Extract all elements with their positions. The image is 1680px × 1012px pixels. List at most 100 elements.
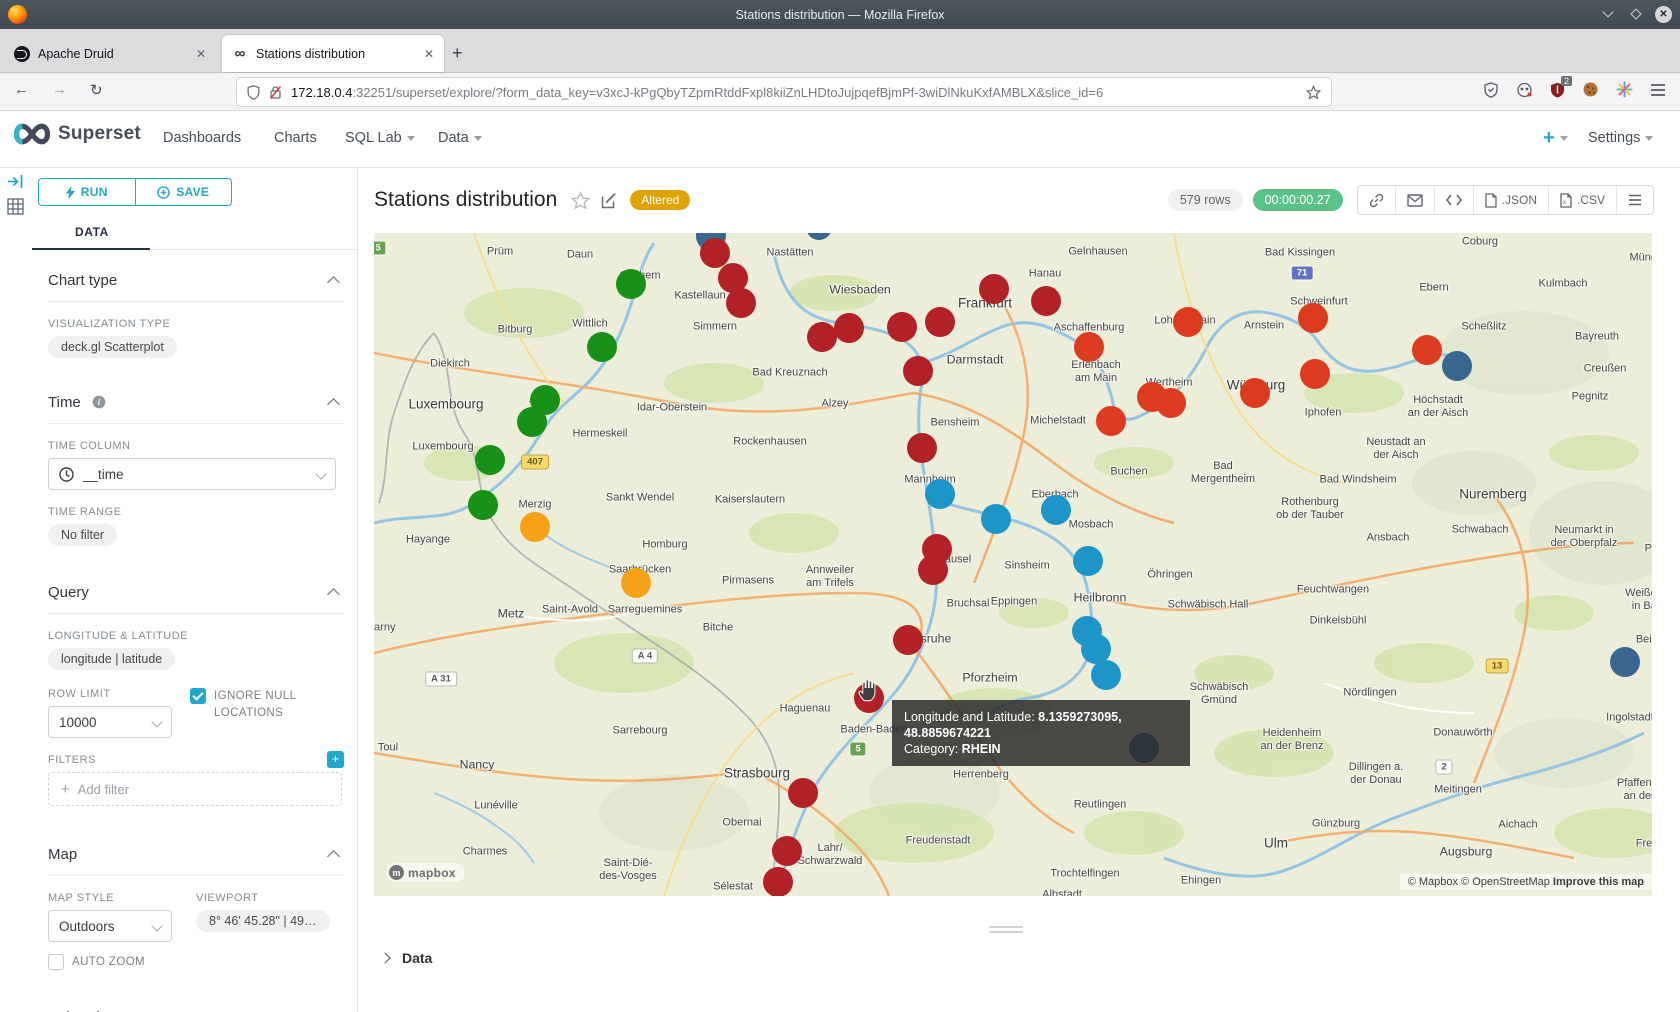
deckgl-scatter-map[interactable]: PrümDaunNastättenGelnhausenHanauCoburgBa… (374, 233, 1652, 896)
map-style-select[interactable]: Outdoors (48, 910, 172, 942)
station-dot[interactable] (1442, 351, 1472, 381)
privacy-mask-icon[interactable] (1516, 82, 1533, 98)
collapse-panel-icon[interactable] (7, 174, 24, 189)
station-dot[interactable] (1156, 388, 1186, 418)
back-button[interactable]: ← (14, 81, 29, 98)
shield-icon[interactable] (247, 85, 260, 100)
station-dot[interactable] (1074, 332, 1104, 362)
station-dot[interactable] (726, 288, 756, 318)
tab-apache-druid[interactable]: Apache Druid ✕ (4, 35, 216, 72)
url-bar[interactable]: 172.18.0.4:32251/superset/explore/?form_… (236, 77, 1332, 107)
forward-button[interactable]: → (52, 81, 67, 98)
pocket-shield-icon[interactable] (1483, 82, 1499, 98)
auto-zoom-checkbox[interactable] (48, 954, 64, 970)
station-dot[interactable] (1173, 307, 1203, 337)
nav-data[interactable]: Data (438, 130, 482, 146)
copy-link-button[interactable] (1358, 186, 1395, 214)
favorite-star-icon[interactable] (571, 191, 590, 210)
embed-code-button[interactable] (1434, 186, 1473, 214)
station-dot[interactable] (520, 512, 550, 542)
new-tab-button[interactable]: + (452, 43, 463, 64)
station-dot[interactable] (1240, 378, 1270, 408)
window-maximize-button[interactable] (1627, 5, 1645, 23)
lonlat-value[interactable]: longitude | latitude (48, 648, 175, 670)
nav-charts[interactable]: Charts (274, 130, 317, 146)
station-dot[interactable] (517, 407, 547, 437)
station-dot[interactable] (907, 433, 937, 463)
ublock-icon[interactable]: 2 (1550, 82, 1565, 98)
altered-badge[interactable]: Altered (630, 190, 690, 210)
time-range-value[interactable]: No filter (48, 524, 117, 546)
station-dot[interactable] (1041, 495, 1071, 525)
section-chart-type[interactable]: Chart type (48, 250, 344, 302)
panel-scroll[interactable]: Chart type VISUALIZATION TYPE deck.gl Sc… (32, 250, 358, 1012)
section-map[interactable]: Map (48, 824, 344, 876)
station-dot[interactable] (918, 555, 948, 585)
station-dot[interactable] (979, 274, 1009, 304)
bookmark-star-icon[interactable] (1306, 85, 1321, 100)
new-chart-plus-button[interactable]: + (1543, 127, 1568, 150)
container-asterisk-icon[interactable] (1616, 81, 1633, 98)
section-point-size[interactable]: Point Size (48, 987, 344, 1012)
station-dot[interactable] (1091, 660, 1121, 690)
station-dot[interactable] (1073, 546, 1103, 576)
tab-close-icon[interactable]: ✕ (424, 47, 434, 61)
window-close-button[interactable]: ✕ (1655, 6, 1672, 23)
insecure-lock-icon[interactable] (269, 85, 282, 100)
improve-map-link[interactable]: Improve this map (1553, 876, 1644, 888)
station-dot[interactable] (887, 312, 917, 342)
viewport-value[interactable]: 8° 46' 45.28" | 49… (196, 910, 330, 932)
section-query[interactable]: Query (48, 562, 344, 614)
window-minimize-button[interactable] (1599, 5, 1617, 23)
email-button[interactable] (1395, 186, 1434, 214)
url-text[interactable]: 172.18.0.4:32251/superset/explore/?form_… (291, 85, 1306, 100)
station-dot[interactable] (587, 332, 617, 362)
section-time[interactable]: Time i (48, 372, 344, 424)
station-dot[interactable] (807, 322, 837, 352)
add-filter-box[interactable]: + Add filter (48, 772, 342, 806)
tab-data[interactable]: DATA (75, 225, 109, 239)
time-column-select[interactable]: __time (48, 458, 336, 490)
station-dot[interactable] (893, 625, 923, 655)
station-dot[interactable] (903, 356, 933, 386)
add-filter-plus-button[interactable]: + (327, 751, 344, 768)
ignore-null-checkbox[interactable] (190, 688, 206, 704)
row-limit-select[interactable]: 10000 (48, 706, 172, 738)
station-dot[interactable] (925, 307, 955, 337)
station-dot[interactable] (772, 836, 802, 866)
nav-dashboards[interactable]: Dashboards (163, 130, 241, 146)
mapbox-logo[interactable]: m mapbox (386, 863, 465, 882)
station-dot[interactable] (788, 778, 818, 808)
run-button[interactable]: RUN (39, 179, 135, 205)
tab-close-icon[interactable]: ✕ (196, 47, 206, 61)
save-button[interactable]: SAVE (135, 179, 232, 205)
station-dot[interactable] (1412, 335, 1442, 365)
dataset-grid-icon[interactable] (7, 198, 24, 215)
station-dot[interactable] (763, 867, 793, 896)
export-json-button[interactable]: .JSON (1473, 186, 1548, 214)
station-dot[interactable] (1096, 406, 1126, 436)
station-dot[interactable] (621, 568, 651, 598)
cookie-icon[interactable] (1582, 81, 1599, 98)
reload-button[interactable]: ↻ (90, 81, 103, 99)
station-dot[interactable] (981, 504, 1011, 534)
station-dot[interactable] (1610, 647, 1640, 677)
tab-stations-distribution[interactable]: ∞ Stations distribution ✕ (222, 35, 444, 72)
resize-drag-handle[interactable] (989, 926, 1023, 936)
nav-settings[interactable]: Settings (1588, 130, 1653, 146)
station-dot[interactable] (616, 269, 646, 299)
station-dot[interactable] (1298, 303, 1328, 333)
station-dot[interactable] (834, 313, 864, 343)
data-panel-toggle[interactable]: Data (381, 950, 432, 966)
station-dot[interactable] (925, 479, 955, 509)
menu-hamburger-icon[interactable] (1650, 83, 1666, 97)
station-dot[interactable] (475, 445, 505, 475)
viz-type-value[interactable]: deck.gl Scatterplot (48, 336, 177, 358)
export-csv-button[interactable]: x.CSV (1548, 186, 1616, 214)
station-dot[interactable] (1300, 359, 1330, 389)
nav-sql-lab[interactable]: SQL Lab (345, 130, 415, 146)
chart-menu-button[interactable] (1616, 186, 1653, 214)
station-dot[interactable] (468, 490, 498, 520)
edit-properties-icon[interactable] (601, 192, 618, 209)
station-dot[interactable] (1031, 286, 1061, 316)
